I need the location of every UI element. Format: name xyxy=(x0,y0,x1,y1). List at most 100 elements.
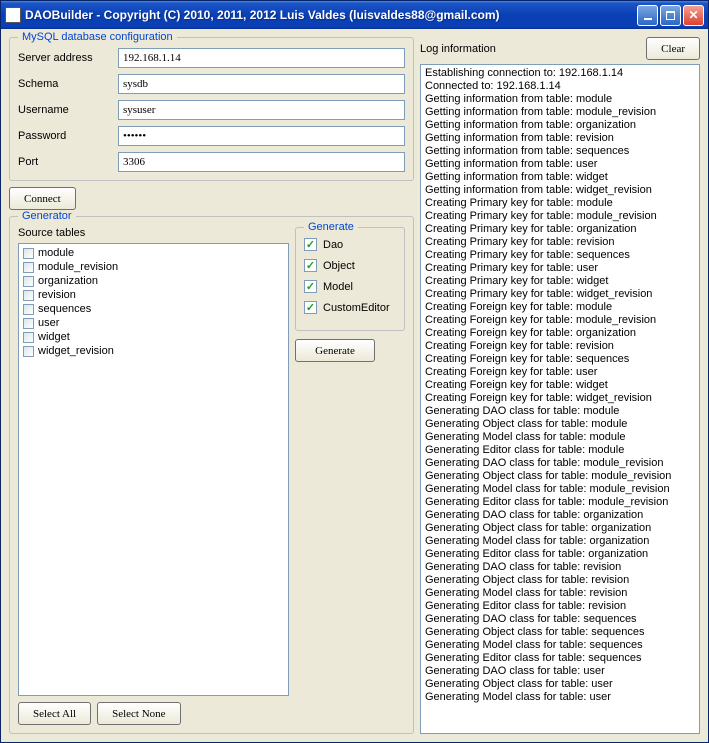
table-checkbox[interactable] xyxy=(23,248,34,259)
server-input[interactable] xyxy=(118,48,405,68)
close-button[interactable]: ✕ xyxy=(683,5,704,26)
table-item[interactable]: module_revision xyxy=(21,260,286,274)
minimize-button[interactable] xyxy=(637,5,658,26)
log-line: Generating Object class for table: user xyxy=(425,678,695,691)
log-line: Generating Model class for table: module… xyxy=(425,483,695,496)
table-item[interactable]: sequences xyxy=(21,302,286,316)
log-line: Generating Editor class for table: organ… xyxy=(425,548,695,561)
log-line: Generating Model class for table: sequen… xyxy=(425,639,695,652)
log-textarea[interactable]: Establishing connection to: 192.168.1.14… xyxy=(420,64,700,734)
customeditor-checkbox[interactable]: ✓ xyxy=(304,301,317,314)
username-input[interactable] xyxy=(118,100,405,120)
model-label: Model xyxy=(323,281,353,293)
table-checkbox[interactable] xyxy=(23,332,34,343)
log-line: Getting information from table: module_r… xyxy=(425,106,695,119)
log-line: Getting information from table: sequence… xyxy=(425,145,695,158)
schema-input[interactable] xyxy=(118,74,405,94)
app-icon xyxy=(5,7,21,23)
log-line: Generating DAO class for table: revision xyxy=(425,561,695,574)
table-name: widget xyxy=(38,331,70,343)
table-name: sequences xyxy=(38,303,91,315)
maximize-button[interactable] xyxy=(660,5,681,26)
log-line: Getting information from table: revision xyxy=(425,132,695,145)
clear-button[interactable]: Clear xyxy=(646,37,700,60)
log-line: Creating Primary key for table: widget xyxy=(425,275,695,288)
log-line: Generating Object class for table: revis… xyxy=(425,574,695,587)
log-line: Creating Foreign key for table: widget xyxy=(425,379,695,392)
table-checkbox[interactable] xyxy=(23,262,34,273)
log-line: Generating Model class for table: organi… xyxy=(425,535,695,548)
log-line: Getting information from table: widget xyxy=(425,171,695,184)
log-line: Generating DAO class for table: module xyxy=(425,405,695,418)
dao-label: Dao xyxy=(323,239,343,251)
dao-checkbox[interactable]: ✓ xyxy=(304,238,317,251)
log-line: Creating Primary key for table: module_r… xyxy=(425,210,695,223)
table-checkbox[interactable] xyxy=(23,276,34,287)
table-name: user xyxy=(38,317,59,329)
table-checkbox[interactable] xyxy=(23,346,34,357)
log-line: Connected to: 192.168.1.14 xyxy=(425,80,695,93)
log-line: Creating Primary key for table: revision xyxy=(425,236,695,249)
generate-options-group: Generate ✓Dao ✓Object ✓Model ✓CustomEdit… xyxy=(295,227,405,331)
password-label: Password xyxy=(18,130,118,142)
port-label: Port xyxy=(18,156,118,168)
log-line: Creating Foreign key for table: widget_r… xyxy=(425,392,695,405)
log-line: Creating Foreign key for table: user xyxy=(425,366,695,379)
maximize-icon xyxy=(666,11,675,20)
port-input[interactable] xyxy=(118,152,405,172)
select-all-button[interactable]: Select All xyxy=(18,702,91,725)
log-line: Establishing connection to: 192.168.1.14 xyxy=(425,67,695,80)
log-line: Generating Editor class for table: revis… xyxy=(425,600,695,613)
password-input[interactable] xyxy=(118,126,405,146)
table-checkbox[interactable] xyxy=(23,290,34,301)
log-line: Getting information from table: widget_r… xyxy=(425,184,695,197)
close-icon: ✕ xyxy=(688,9,698,21)
username-label: Username xyxy=(18,104,118,116)
log-line: Creating Foreign key for table: module_r… xyxy=(425,314,695,327)
log-line: Generating Editor class for table: modul… xyxy=(425,444,695,457)
table-name: module_revision xyxy=(38,261,118,273)
log-line: Generating Model class for table: module xyxy=(425,431,695,444)
select-none-button[interactable]: Select None xyxy=(97,702,180,725)
table-checkbox[interactable] xyxy=(23,318,34,329)
log-line: Getting information from table: module xyxy=(425,93,695,106)
table-checkbox[interactable] xyxy=(23,304,34,315)
generator-group: Generator Source tables modulemodule_rev… xyxy=(9,216,414,734)
generate-button[interactable]: Generate xyxy=(295,339,375,362)
log-line: Generating Model class for table: user xyxy=(425,691,695,704)
object-checkbox[interactable]: ✓ xyxy=(304,259,317,272)
log-line: Creating Primary key for table: user xyxy=(425,262,695,275)
log-line: Creating Primary key for table: module xyxy=(425,197,695,210)
table-item[interactable]: module xyxy=(21,246,286,260)
log-line: Creating Foreign key for table: sequence… xyxy=(425,353,695,366)
titlebar[interactable]: DAOBuilder - Copyright (C) 2010, 2011, 2… xyxy=(1,1,708,29)
table-item[interactable]: revision xyxy=(21,288,286,302)
log-line: Getting information from table: organiza… xyxy=(425,119,695,132)
log-line: Generating DAO class for table: sequence… xyxy=(425,613,695,626)
connect-button[interactable]: Connect xyxy=(9,187,76,210)
log-line: Generating DAO class for table: module_r… xyxy=(425,457,695,470)
table-item[interactable]: widget_revision xyxy=(21,344,286,358)
log-line: Creating Primary key for table: sequence… xyxy=(425,249,695,262)
minimize-icon xyxy=(644,18,652,20)
generate-options-title: Generate xyxy=(304,221,358,233)
table-item[interactable]: widget xyxy=(21,330,286,344)
log-line: Creating Primary key for table: widget_r… xyxy=(425,288,695,301)
log-line: Getting information from table: user xyxy=(425,158,695,171)
log-title: Log information xyxy=(420,43,496,55)
table-item[interactable]: user xyxy=(21,316,286,330)
log-line: Generating DAO class for table: organiza… xyxy=(425,509,695,522)
log-line: Generating Object class for table: modul… xyxy=(425,418,695,431)
log-line: Generating DAO class for table: user xyxy=(425,665,695,678)
table-item[interactable]: organization xyxy=(21,274,286,288)
schema-label: Schema xyxy=(18,78,118,90)
db-config-title: MySQL database configuration xyxy=(18,31,177,43)
app-window: DAOBuilder - Copyright (C) 2010, 2011, 2… xyxy=(0,0,709,743)
source-tables-list[interactable]: module module_revisionorganizationrevisio… xyxy=(18,243,289,696)
customeditor-label: CustomEditor xyxy=(323,302,390,314)
table-name: module xyxy=(38,247,74,259)
table-name: revision xyxy=(38,289,76,301)
model-checkbox[interactable]: ✓ xyxy=(304,280,317,293)
log-line: Creating Foreign key for table: module xyxy=(425,301,695,314)
log-line: Generating Model class for table: revisi… xyxy=(425,587,695,600)
